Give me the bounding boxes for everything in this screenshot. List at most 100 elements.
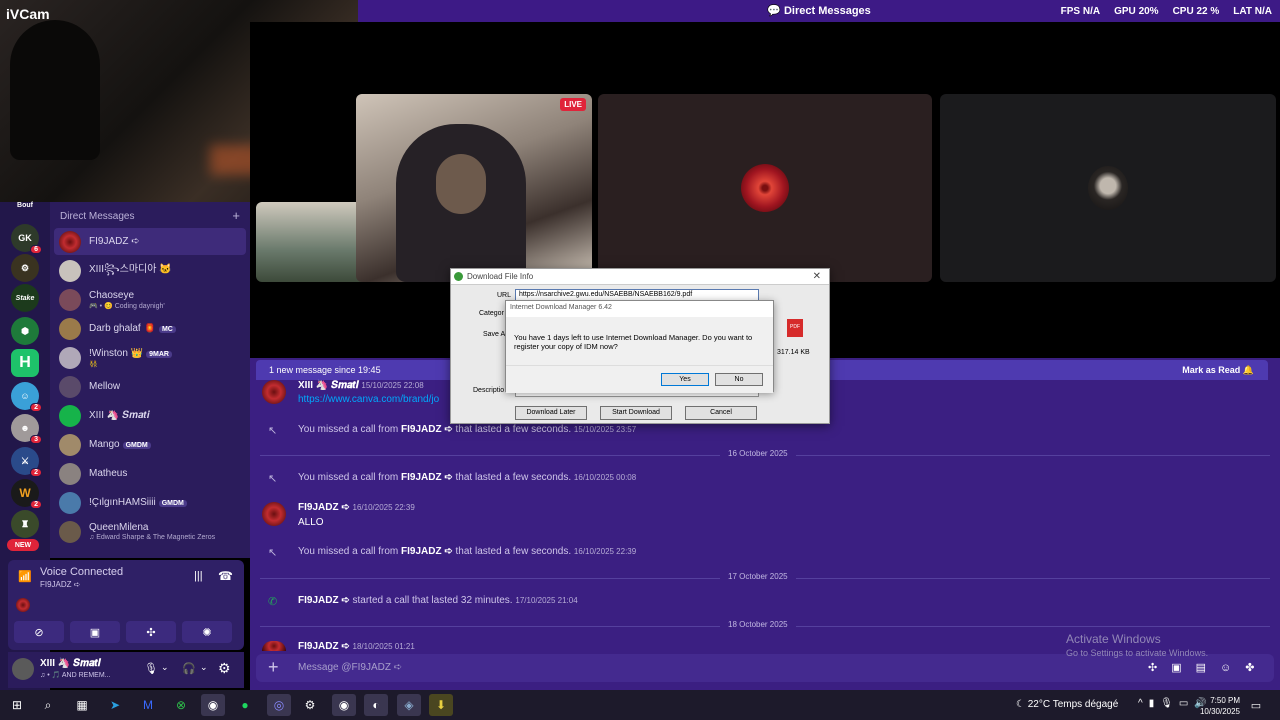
user-status: ♫ • 🎵 AND REMEM... (40, 672, 111, 679)
server-icon[interactable]: ⚙ (11, 254, 39, 282)
avatar[interactable] (12, 658, 34, 680)
server-icon[interactable]: ☺ 2 (11, 382, 42, 412)
tray-chevron-icon[interactable]: ^ (1138, 698, 1149, 709)
missed-call-icon: ↖ (268, 473, 278, 485)
participant-avatar[interactable] (16, 598, 30, 612)
network-icon[interactable]: ▭ (1179, 698, 1194, 709)
gif-icon[interactable]: ▣ (1171, 662, 1195, 674)
server-icon[interactable]: H (11, 349, 39, 377)
headphones-icon[interactable]: 🎧 (182, 662, 196, 675)
signal-icon[interactable]: 📶 (18, 570, 32, 583)
voice-panel: 📶 Voice Connected FI9JADZ ➪ ||| ☎ ⊘ ▣ ✣ … (8, 560, 244, 650)
weather-widget[interactable]: ☾ 22°C Temps dégagé (1016, 699, 1118, 710)
noise-suppression-icon[interactable]: ||| (194, 570, 203, 582)
webcam-person (10, 20, 100, 160)
avatar (59, 433, 81, 456)
dm-item[interactable]: QueenMilena ♫ Edward Sharpe & The Magneti… (54, 518, 246, 545)
activities-icon[interactable]: ✣ (126, 621, 176, 643)
dm-name: !ÇılgınHAMSiiii GMDM (89, 497, 187, 508)
server-icon[interactable]: Stake (11, 284, 39, 312)
dm-item[interactable]: !ÇılgınHAMSiiii GMDM (54, 489, 246, 516)
camera-off-icon[interactable]: ⊘ (14, 621, 64, 643)
no-button[interactable]: No (715, 373, 763, 386)
new-dm-icon[interactable]: + (232, 208, 240, 223)
video-tile-stream[interactable]: LIVE (356, 94, 592, 282)
discord-icon[interactable]: ◎ (267, 694, 291, 716)
new-server-badge[interactable]: NEW (7, 539, 39, 551)
search-icon[interactable]: ⌕ (36, 694, 60, 716)
message-input[interactable]: Message @FI9JADZ ➪ (298, 662, 402, 673)
unread-badge: 2 (30, 468, 42, 477)
spotify-icon[interactable]: ● (233, 694, 257, 716)
dm-item[interactable]: Mellow (54, 373, 246, 400)
server-icon[interactable]: ♜ (11, 510, 39, 538)
sticker-icon[interactable]: ▤ (1196, 662, 1220, 674)
dm-item[interactable]: Darb ghalaf 🏮 MC (54, 315, 246, 342)
voice-channel[interactable]: FI9JADZ ➪ (40, 580, 80, 589)
chevron-down-icon[interactable]: ⌄ (161, 662, 169, 673)
idm-taskbar-icon[interactable]: ⬇ (429, 694, 453, 716)
calculator-icon[interactable]: ▦ (70, 694, 94, 716)
obs-icon[interactable]: ◐ (364, 694, 388, 716)
server-icon[interactable]: GK 6 (11, 224, 42, 254)
video-tile-preview[interactable] (256, 202, 368, 282)
call-log: FI9JADZ ➪ started a call that lasted 32 … (298, 595, 578, 606)
avatar (59, 259, 81, 282)
usb-icon[interactable]: ▮ (1149, 698, 1161, 709)
disconnect-icon[interactable]: ☎ (218, 569, 233, 583)
steam-icon[interactable]: ⚙ (298, 694, 322, 716)
emoji-icon[interactable]: ☺ (1220, 662, 1245, 674)
chevron-down-icon[interactable]: ⌄ (200, 662, 208, 673)
server-icon[interactable]: ⚔ 2 (11, 447, 42, 477)
dm-name: Mellow (89, 381, 121, 392)
message-composer[interactable]: + Message @FI9JADZ ➪ ✣▣▤☺✤ (256, 654, 1274, 682)
dm-item[interactable]: Chaoseye 🎮 • 😊 Coding daynigh' (54, 286, 246, 313)
malwarebytes-icon[interactable]: M (136, 694, 160, 716)
chrome-icon[interactable]: ◉ (201, 694, 225, 716)
settings-gear-icon[interactable]: ⚙ (218, 660, 231, 677)
activate-windows-watermark: Activate Windows Go to Settings to activ… (1066, 632, 1209, 658)
microphone-icon[interactable]: 🎙 (144, 662, 158, 675)
avatar[interactable] (262, 502, 286, 526)
chrome-profile-icon[interactable]: ◉ (332, 694, 356, 716)
cancel-button[interactable]: Cancel (685, 406, 757, 420)
xbox-icon[interactable]: ⊗ (169, 694, 193, 716)
apps-icon[interactable]: ✤ (1245, 662, 1268, 674)
start-download-button[interactable]: Start Download (600, 406, 672, 420)
dm-item[interactable]: FI9JADZ ➪ (54, 228, 246, 255)
server-icon[interactable]: ☻ 3 (11, 414, 42, 444)
voice-status: Voice Connected (40, 566, 124, 578)
yes-button[interactable]: Yes (661, 373, 709, 386)
live-badge: LIVE (560, 98, 586, 111)
screen-share-icon[interactable]: ▣ (70, 621, 120, 643)
app-icon[interactable]: ◈ (397, 694, 421, 716)
close-icon[interactable]: ✕ (813, 271, 821, 282)
mark-as-read-button[interactable]: Mark as Read 🔔 (1182, 365, 1254, 376)
server-icon[interactable]: W2 (11, 479, 42, 509)
date-divider: 16 October 2025 (260, 449, 1270, 458)
download-later-button[interactable]: Download Later (515, 406, 587, 420)
notification-icon[interactable]: ▭ (1244, 694, 1268, 716)
mic-icon[interactable]: 🎙 (1160, 698, 1179, 709)
avatar[interactable] (262, 641, 286, 651)
dm-item[interactable]: Matheus (54, 460, 246, 487)
video-tile-user-2[interactable] (940, 94, 1276, 282)
user-name: XIII 🦄 𝑺𝒎𝒂𝒕𝒊 (40, 658, 101, 669)
start-icon[interactable]: ⊞ (5, 694, 29, 716)
dm-item[interactable]: Mango GMDM (54, 431, 246, 458)
soundboard-icon[interactable]: ✺ (182, 621, 232, 643)
telegram-icon[interactable]: ➤ (103, 694, 127, 716)
add-attachment-icon[interactable]: + (268, 657, 279, 678)
gift-icon[interactable]: ✣ (1148, 662, 1171, 674)
message-link[interactable]: https://www.canva.com/brand/jo (298, 394, 439, 405)
video-tile-user-1[interactable] (598, 94, 932, 282)
server-icon[interactable]: ⬢ (11, 317, 39, 345)
server-icon[interactable]: Bouf (11, 198, 39, 212)
avatar[interactable] (262, 380, 286, 404)
dm-item[interactable]: XIII 🦄 𝑺𝒎𝒂𝒕𝒊 (54, 402, 246, 429)
clock[interactable]: 7:50 PM 10/30/2025 (1196, 695, 1240, 717)
dm-item[interactable]: !Winston 👑 9MAR 👯 (54, 344, 246, 371)
dm-item[interactable]: XIII꧂스마디아 🐱 (54, 257, 246, 284)
unread-badge: 3 (30, 435, 42, 444)
avatar (59, 520, 81, 543)
